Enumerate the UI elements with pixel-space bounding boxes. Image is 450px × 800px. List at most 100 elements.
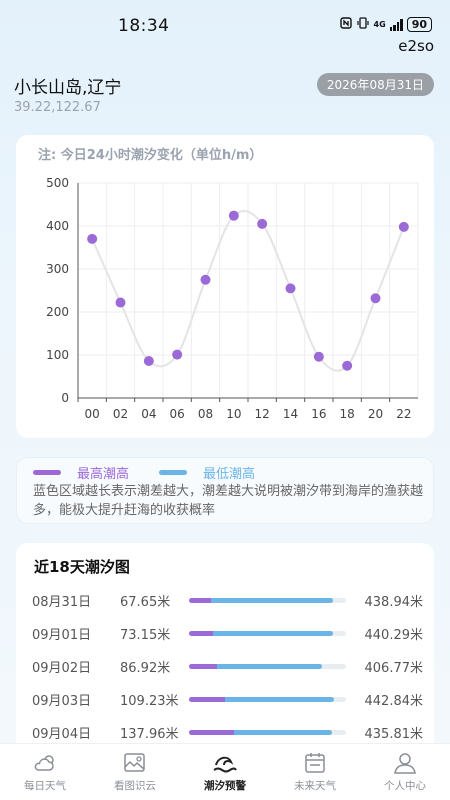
tide-row-high: 442.84米 [364,694,424,709]
data-point [398,221,409,232]
tide-low-segment [189,664,218,669]
x-tick-label: 12 [255,407,270,421]
tide-low-segment [189,730,235,735]
x-tick-label: 18 [340,407,355,421]
tide-row: 09月01日 73.15米 440.29米 [16,622,434,643]
tide-row-date: 09月04日 [32,727,92,742]
tab-future-weather[interactable]: 未来天气 [270,744,360,800]
tide-row-high: 440.29米 [364,628,424,643]
calendar-icon [305,753,325,773]
tide-row-low: 73.15米 [120,628,171,643]
tab-label: 潮汐预警 [204,780,246,792]
data-point [87,233,98,244]
cloud-image-icon [124,753,145,772]
bottom-tab-bar: 每日天气 看图识云 潮汐预警 未来天气 个人中心 [0,743,450,800]
legend-low-swatch [159,470,188,475]
tab-tide-warning[interactable]: 潮汐预警 [180,744,270,800]
status-bar: 18:34 4G 90 [0,0,450,40]
tide-row-date: 09月02日 [32,661,92,676]
legend-high-label: 最高潮高 [77,467,130,482]
nfc-icon [339,17,352,32]
tide-range-segment [212,631,333,636]
x-tick-label: 16 [311,407,326,421]
tide-low-segment [189,631,213,636]
y-tick-label: 500 [46,176,69,190]
data-point [143,356,154,367]
tab-label: 未来天气 [294,780,336,792]
tide-range-segment [234,730,332,735]
x-tick-label: 02 [113,407,128,421]
x-tick-label: 10 [226,407,241,421]
vibrate-icon [356,17,370,32]
y-tick-label: 200 [46,305,69,319]
location-coords: 39.22,122.67 [14,100,101,115]
tide-row-low: 86.92米 [120,661,171,676]
x-tick-label: 22 [396,407,411,421]
tab-personal-center[interactable]: 个人中心 [360,744,450,800]
status-time: 18:34 [118,16,170,36]
battery-icon: 90 [406,17,432,32]
tide-row-low: 67.65米 [120,595,171,610]
status-icons: 4G 90 [339,17,432,32]
y-tick-label: 400 [46,219,69,233]
x-tick-label: 08 [198,407,213,421]
legend-high-swatch [33,470,61,475]
y-tick-label: 0 [61,391,69,405]
tab-label: 个人中心 [384,780,426,792]
tide-row-date: 09月03日 [32,694,92,709]
tide-row-high: 406.77米 [364,661,424,676]
tab-label: 看图识云 [114,780,156,792]
tide-low-segment [189,598,212,603]
tab-daily-weather[interactable]: 每日天气 [0,744,90,800]
data-point [342,360,353,371]
y-tick-label: 300 [46,262,69,276]
data-point [313,351,324,362]
tide-range-segment [211,598,333,603]
tide-row: 09月02日 86.92米 406.77米 [16,655,434,676]
tide-forecast-card: 近18天潮汐图 08月31日 67.65米 438.94米 09月01日 73.15米 4… [16,543,434,743]
signal-icon [389,18,403,31]
tide-chart-card: 注: 今日24小时潮汐变化（单位h/m） 0 100 200 300 400 500 00 0… [16,135,434,438]
data-point [370,293,381,304]
tide-range-segment [224,697,334,702]
data-point [257,218,268,229]
x-tick-label: 14 [283,407,298,421]
tab-label: 每日天气 [24,780,66,792]
date-badge[interactable]: 2026年08月31日 [316,73,434,96]
tide-range-bar [189,697,346,702]
x-tick-label: 06 [170,407,185,421]
tide-row-high: 438.94米 [364,595,424,610]
location-name: 小长山岛,辽宁 [14,78,122,98]
weather-icon [34,755,54,771]
legend-card: 最高潮高 最低潮高 蓝色区域越长表示潮差越大，潮差越大说明被潮汐带到海岸的渔获越… [16,457,434,524]
legend-description: 蓝色区域越长表示潮差越大，潮差越大说明被潮汐带到海岸的渔获越多，能极大提升赶海的… [33,484,424,518]
data-point [172,349,183,360]
tide-range-bar [189,730,346,735]
tide-range-bar [189,631,346,636]
tide-wave-icon [213,756,237,773]
tide-row: 08月31日 67.65米 438.94米 [16,589,434,610]
tide-row: 09月04日 137.96米 435.81米 [16,721,434,742]
data-point [285,283,296,294]
tide-range-segment [217,664,323,669]
tide-forecast-title: 近18天潮汐图 [34,558,130,576]
data-point [115,297,126,308]
y-tick-label: 100 [46,348,69,362]
legend-low-label: 最低潮高 [203,467,256,482]
tide-row-date: 08月31日 [32,595,92,610]
tide-range-bar [189,664,346,669]
data-point [200,274,211,285]
tide-row-low: 109.23米 [120,694,179,709]
tide-row: 09月03日 109.23米 442.84米 [16,688,434,709]
data-point [228,210,239,221]
tide-row-date: 09月01日 [32,628,92,643]
x-tick-label: 04 [141,407,156,421]
tide-range-bar [189,598,346,603]
tide-chart: 0 100 200 300 400 500 00 02 04 06 08 10 12 14 16 18 20 22 [46,176,419,421]
tab-cloud-recognition[interactable]: 看图识云 [90,744,180,800]
app-brand: e2so [398,37,434,55]
tide-row-high: 435.81米 [364,727,424,742]
legend-row: 最高潮高 最低潮高 [33,463,285,482]
network-type: 4G [373,20,386,29]
tide-low-segment [189,697,225,702]
